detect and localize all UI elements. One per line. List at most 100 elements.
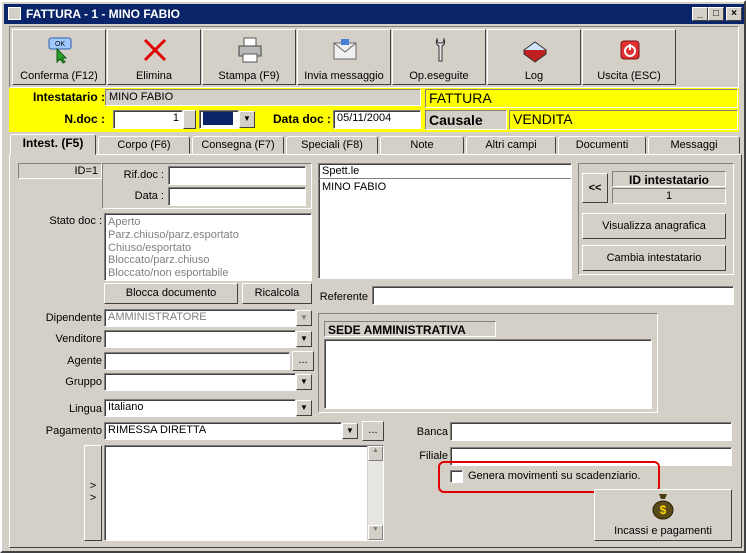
sede-title: SEDE AMMINISTRATIVA bbox=[324, 321, 496, 337]
tab-documenti[interactable]: Documenti bbox=[558, 136, 646, 154]
stato-aperto[interactable]: Aperto bbox=[108, 216, 308, 229]
stato-bloccato-non-esp[interactable]: Bloccato/non esportabile bbox=[108, 267, 308, 280]
incassi-label: Incassi e pagamenti bbox=[614, 525, 712, 537]
agente-label: Agente bbox=[67, 355, 102, 367]
wrench-icon bbox=[435, 37, 446, 62]
maximize-button[interactable]: □ bbox=[708, 7, 724, 21]
scroll-up-button[interactable]: ▲ bbox=[368, 446, 383, 461]
log-button[interactable]: Log bbox=[487, 29, 581, 85]
tab-intest[interactable]: Intest. (F5) bbox=[10, 134, 96, 155]
conferma-label: Conferma (F12) bbox=[20, 70, 98, 82]
ricalcola-button[interactable]: Ricalcola bbox=[242, 283, 312, 304]
intestatario-field: MINO FABIO bbox=[105, 89, 421, 106]
pagamento-dropdown-button[interactable]: ▼ bbox=[342, 423, 358, 439]
sede-address-box[interactable] bbox=[324, 339, 652, 409]
dipendente-label: Dipendente bbox=[45, 312, 102, 324]
close-button[interactable]: × bbox=[726, 7, 742, 21]
referente-label: Referente bbox=[319, 291, 368, 303]
log-label: Log bbox=[524, 70, 544, 82]
intestatario-label: Intestatario : bbox=[32, 90, 105, 104]
back-button[interactable]: << bbox=[582, 173, 608, 203]
money-bag-icon: $ bbox=[652, 494, 674, 520]
lingua-select[interactable]: Italiano bbox=[104, 399, 296, 417]
series-dropdown-button[interactable]: ▼ bbox=[239, 111, 255, 128]
tab-corpo[interactable]: Corpo (F6) bbox=[98, 136, 190, 154]
datadoc-label: Data doc : bbox=[272, 112, 331, 126]
venditore-select[interactable] bbox=[104, 330, 296, 348]
data-label: Data : bbox=[134, 190, 164, 202]
address-box[interactable]: Spett.le MINO FABIO bbox=[318, 163, 572, 279]
series-select[interactable] bbox=[199, 110, 239, 129]
stato-chiuso[interactable]: Chiuso/esportato bbox=[108, 242, 308, 255]
scroll-down-button[interactable]: ▼ bbox=[368, 525, 383, 540]
pagamento-lookup-button[interactable]: ... bbox=[362, 421, 384, 441]
pagamento-label: Pagamento bbox=[45, 425, 102, 437]
ndoc-spin[interactable] bbox=[183, 110, 196, 129]
delete-x-icon bbox=[143, 38, 167, 62]
agente-lookup-button[interactable]: ... bbox=[292, 351, 314, 371]
elimina-label: Elimina bbox=[135, 70, 173, 82]
ndoc-label: N.doc : bbox=[64, 112, 105, 126]
document-type: FATTURA bbox=[425, 89, 738, 108]
stampa-button[interactable]: Stampa (F9) bbox=[202, 29, 296, 85]
agente-input[interactable] bbox=[104, 352, 290, 370]
tab-panel-intest: ID=1 Rif.doc : Data : Stato doc : Aperto… bbox=[9, 154, 742, 548]
toolbar: OK Conferma (F12) Elimina Stampa (F9) In… bbox=[9, 26, 739, 88]
pagamento-notes[interactable]: ▲ ▼ bbox=[104, 445, 384, 541]
datadoc-input[interactable]: 05/11/2004 bbox=[333, 110, 421, 129]
notes-scrollbar[interactable]: ▲ ▼ bbox=[367, 446, 383, 540]
app-icon bbox=[8, 7, 21, 20]
dipendente-select[interactable]: AMMINISTRATORE bbox=[104, 309, 296, 327]
gruppo-label: Gruppo bbox=[65, 376, 102, 388]
book-icon bbox=[523, 41, 547, 63]
stato-label: Stato doc : bbox=[49, 215, 102, 227]
venditore-label: Venditore bbox=[55, 333, 102, 345]
minimize-button[interactable]: _ bbox=[692, 7, 708, 21]
address-name: MINO FABIO bbox=[322, 181, 387, 193]
envelope-icon bbox=[333, 39, 357, 60]
tab-speciali[interactable]: Speciali (F8) bbox=[286, 136, 378, 154]
genera-label[interactable]: Genera movimenti su scadenziario. bbox=[468, 470, 640, 482]
svg-text:OK: OK bbox=[55, 41, 65, 48]
stato-parz-chiuso[interactable]: Parz.chiuso/parz.esportato bbox=[108, 229, 308, 242]
uscita-label: Uscita (ESC) bbox=[597, 70, 661, 82]
tab-altri-campi[interactable]: Altri campi bbox=[466, 136, 556, 154]
op-eseguite-button[interactable]: Op.eseguite bbox=[392, 29, 486, 85]
incassi-pagamenti-button[interactable]: $ Incassi e pagamenti bbox=[594, 489, 732, 541]
tab-messaggi[interactable]: Messaggi bbox=[648, 136, 740, 154]
id-intestatario-label: ID intestatario bbox=[612, 171, 726, 187]
op-eseguite-label: Op.eseguite bbox=[409, 70, 469, 82]
genera-checkbox[interactable] bbox=[450, 470, 463, 483]
visualizza-anagrafica-button[interactable]: Visualizza anagrafica bbox=[582, 213, 726, 239]
stampa-label: Stampa (F9) bbox=[218, 70, 280, 82]
rifdoc-input[interactable] bbox=[168, 166, 306, 185]
id-intestatario-value: 1 bbox=[612, 188, 726, 204]
pagamento-select[interactable]: RIMESSA DIRETTA bbox=[104, 422, 342, 440]
document-header: Intestatario : MINO FABIO FATTURA N.doc … bbox=[9, 88, 739, 132]
uscita-button[interactable]: Uscita (ESC) bbox=[582, 29, 676, 85]
referente-input[interactable] bbox=[372, 286, 734, 305]
blocca-documento-button[interactable]: Blocca documento bbox=[104, 283, 238, 304]
conferma-button[interactable]: OK Conferma (F12) bbox=[12, 29, 106, 85]
elimina-button[interactable]: Elimina bbox=[107, 29, 201, 85]
expand-side-button[interactable]: > > bbox=[84, 445, 102, 541]
id-display: ID=1 bbox=[18, 163, 102, 179]
invia-messaggio-button[interactable]: Invia messaggio bbox=[297, 29, 391, 85]
tab-consegna[interactable]: Consegna (F7) bbox=[192, 136, 284, 154]
cambia-intestatario-button[interactable]: Cambia intestatario bbox=[582, 245, 726, 271]
gruppo-select[interactable] bbox=[104, 373, 296, 391]
title-bar: FATTURA - 1 - MINO FABIO _ □ × bbox=[4, 4, 744, 24]
ndoc-input[interactable]: 1 bbox=[113, 110, 183, 129]
stato-bloccato-parz[interactable]: Bloccato/parz.chiuso bbox=[108, 254, 308, 267]
venditore-dropdown-button[interactable]: ▼ bbox=[296, 331, 312, 347]
lingua-dropdown-button[interactable]: ▼ bbox=[296, 400, 312, 416]
svg-text:$: $ bbox=[660, 503, 667, 517]
data-input[interactable] bbox=[168, 187, 306, 206]
tab-note[interactable]: Note bbox=[380, 136, 464, 154]
gruppo-dropdown-button[interactable]: ▼ bbox=[296, 374, 312, 390]
dipendente-dropdown-button[interactable]: ▼ bbox=[296, 310, 312, 326]
spett-line: Spett.le bbox=[319, 164, 571, 179]
rifdoc-label: Rif.doc : bbox=[123, 169, 164, 181]
stato-list[interactable]: Aperto Parz.chiuso/parz.esportato Chiuso… bbox=[104, 213, 312, 281]
banca-input[interactable] bbox=[450, 422, 732, 441]
